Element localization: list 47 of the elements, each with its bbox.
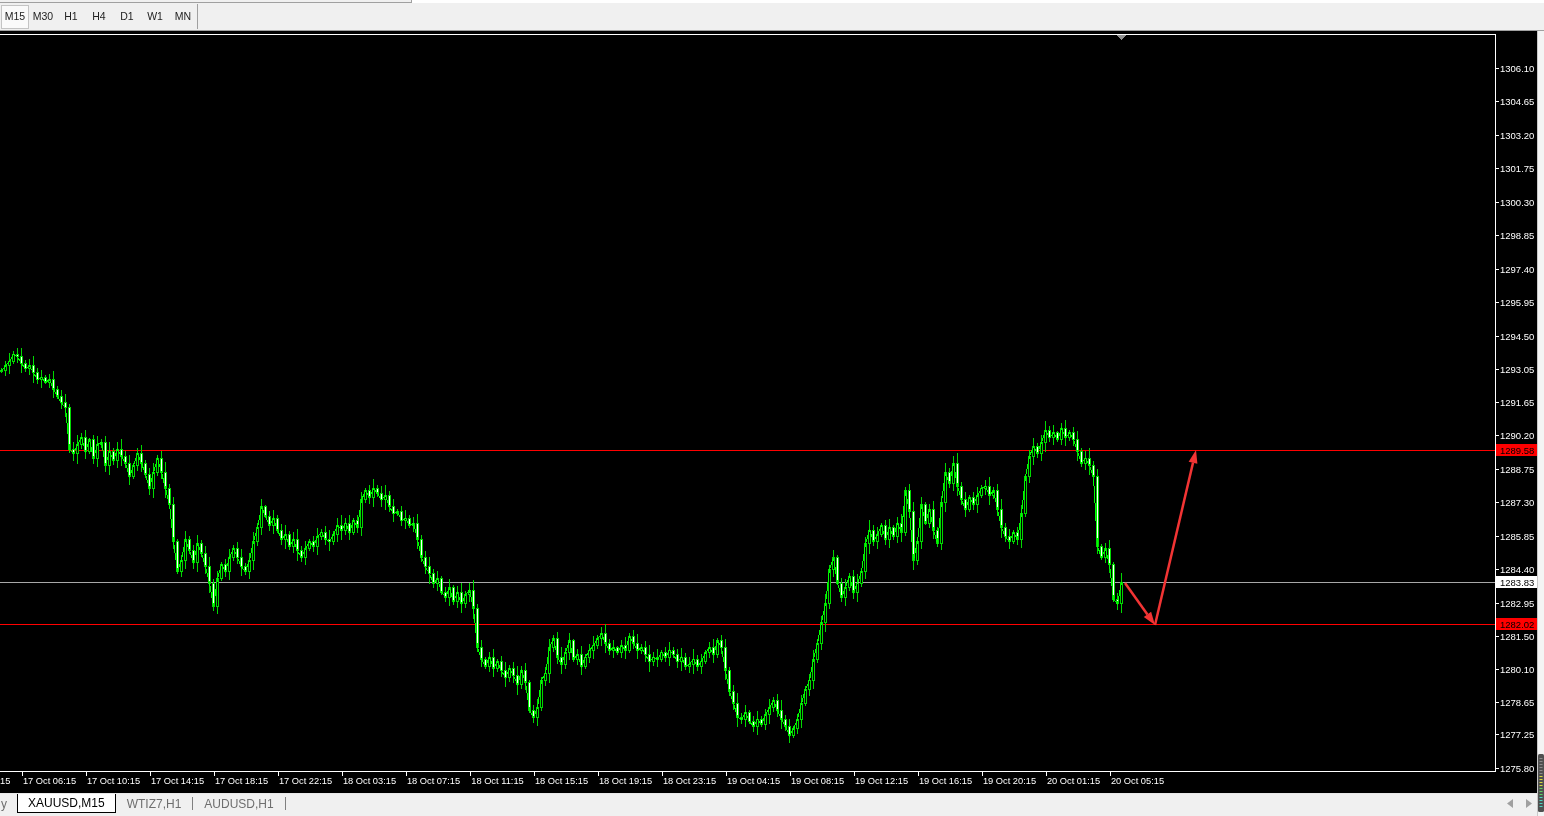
time-label: 19 Oct 20:15: [982, 776, 1037, 786]
price-label: 1294.50: [1500, 331, 1535, 342]
ref-line-label: 1282.02: [1500, 619, 1535, 630]
time-label: 17 Oct 18:15: [214, 776, 269, 786]
price-label: 1300.30: [1500, 197, 1535, 208]
ref-line-label: 1289.58: [1500, 445, 1535, 456]
price-label: 1288.75: [1500, 464, 1535, 475]
time-label: 19 Oct 04:15: [726, 776, 781, 786]
time-label: 20 Oct 05:15: [1110, 776, 1165, 786]
time-label: 15: [0, 776, 11, 786]
price-label: 1301.75: [1500, 163, 1535, 174]
price-label: 1304.65: [1500, 96, 1535, 107]
price-label: 1282.95: [1500, 598, 1535, 609]
time-label: 17 Oct 22:15: [278, 776, 333, 786]
price-label: 1277.25: [1500, 729, 1535, 740]
time-label: 18 Oct 23:15: [662, 776, 717, 786]
price-label: 1290.20: [1500, 430, 1535, 441]
time-label: 19 Oct 16:15: [918, 776, 973, 786]
price-label: 1297.40: [1500, 264, 1535, 275]
price-tag: 1283.83: [1496, 576, 1537, 588]
price-label: 1298.85: [1500, 230, 1535, 241]
price-label: 1278.65: [1500, 697, 1535, 708]
time-label: 17 Oct 14:15: [150, 776, 205, 786]
price-label: 1287.30: [1500, 497, 1535, 508]
time-label: 19 Oct 12:15: [854, 776, 909, 786]
time-label: 18 Oct 15:15: [534, 776, 589, 786]
price-label: 1280.10: [1500, 664, 1535, 675]
price-label: 1306.10: [1500, 63, 1535, 74]
price-tag: 1289.58: [1496, 444, 1537, 456]
price-tag: 1282.02: [1496, 618, 1537, 630]
ref-line-label: 1283.83: [1500, 577, 1535, 588]
price-label: 1284.40: [1500, 564, 1535, 575]
time-label: 18 Oct 07:15: [406, 776, 461, 786]
time-label: 19 Oct 08:15: [790, 776, 845, 786]
time-label: 18 Oct 03:15: [342, 776, 397, 786]
time-label: 17 Oct 06:15: [22, 776, 77, 786]
price-label: 1285.85: [1500, 531, 1535, 542]
price-label: 1291.65: [1500, 397, 1535, 408]
time-label: 18 Oct 11:15: [471, 776, 524, 786]
price-label: 1293.05: [1500, 364, 1535, 375]
time-label: 17 Oct 10:15: [86, 776, 141, 786]
price-label: 1275.80: [1500, 763, 1535, 774]
price-label: 1303.20: [1500, 130, 1535, 141]
time-label: 20 Oct 01:15: [1046, 776, 1101, 786]
time-label: 18 Oct 19:15: [598, 776, 653, 786]
price-label: 1281.50: [1500, 631, 1535, 642]
price-label: 1295.95: [1500, 297, 1535, 308]
